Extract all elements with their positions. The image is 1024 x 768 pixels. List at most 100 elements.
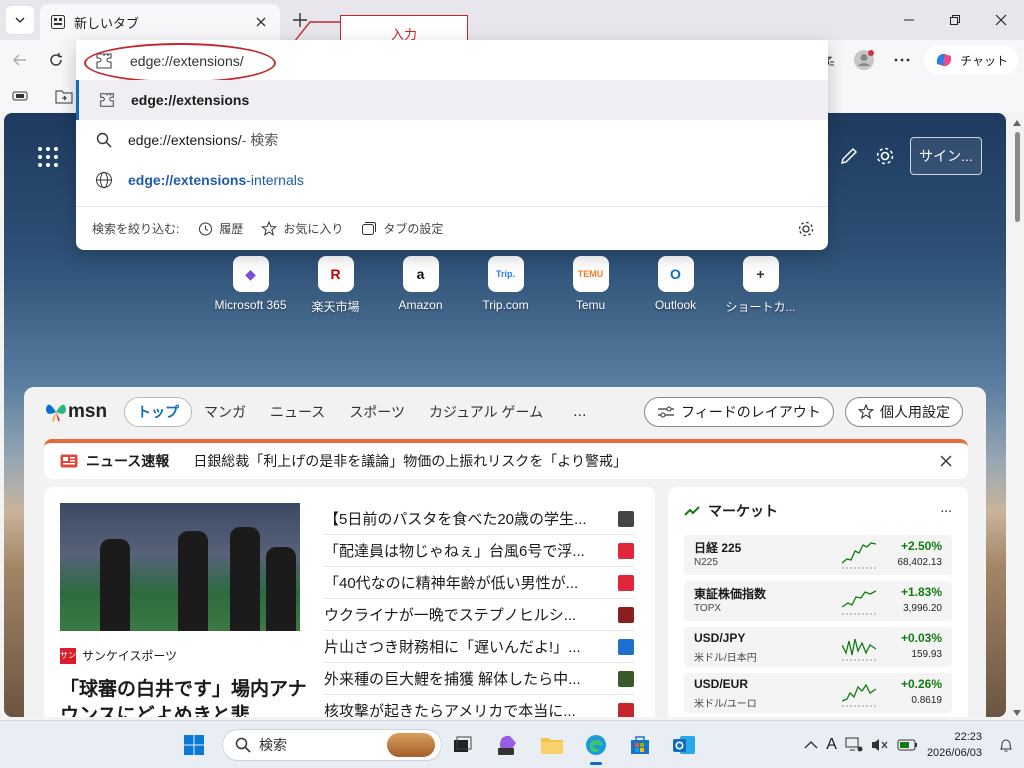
source-logo-icon (618, 606, 634, 623)
feed-tab[interactable]: ニュース (258, 397, 337, 427)
toolbar-right: チャット (810, 44, 1018, 76)
headline-text: ウクライナが一晩でステプノヒルシ... (324, 607, 577, 624)
story-image[interactable] (60, 503, 300, 631)
source-logo-icon (618, 510, 634, 527)
quick-link-icon: R (317, 256, 354, 292)
market-row[interactable]: USD/EUR 米ドル/ユーロ +0.26% 0.8619 (684, 673, 952, 713)
clock[interactable]: 22:23 2026/06/03 (927, 729, 982, 761)
m365-app[interactable] (492, 729, 524, 761)
news-icon (60, 454, 78, 468)
market-row[interactable]: USD/JPY 米ドル/日本円 +0.03% 159.93 (684, 627, 952, 667)
scroll-thumb[interactable] (1015, 132, 1020, 222)
breaking-news-bar[interactable]: ニュース速報 日銀総裁「利上げの是非を議論」物価の上振れリスクを「より警戒」 (44, 439, 968, 479)
refresh-button[interactable] (44, 48, 68, 72)
store-icon (631, 736, 649, 754)
app-launcher-icon[interactable] (36, 145, 60, 169)
close-window-button[interactable] (978, 0, 1024, 40)
sign-in-button[interactable]: サイン... (910, 137, 982, 175)
star-edit-icon (858, 404, 874, 420)
file-explorer-app[interactable] (536, 729, 568, 761)
tab-actions-button[interactable] (6, 6, 34, 34)
taskbar-search[interactable]: 検索 (222, 729, 442, 761)
back-button[interactable] (8, 48, 32, 72)
feed-tab[interactable]: トップ (124, 397, 192, 427)
tab-close-icon[interactable] (252, 13, 270, 31)
feed-tab[interactable]: マンガ (192, 397, 258, 427)
headline-item[interactable]: 「40代なのに精神年齢が低い男性が... (324, 567, 634, 599)
outlook-app[interactable] (668, 729, 700, 761)
quick-link[interactable]: R 楽天市場 (293, 256, 378, 315)
quick-link[interactable]: ◆ Microsoft 365 (208, 256, 293, 315)
task-view-button[interactable] (446, 729, 478, 761)
story-headline[interactable]: 「球審の白井です」場内アナウンスにどよめきと悲 (60, 677, 310, 717)
quick-link-label: Microsoft 365 (214, 298, 287, 312)
start-button[interactable] (178, 729, 210, 761)
headline-text: 「40代なのに精神年齢が低い男性が... (324, 575, 579, 592)
quick-link[interactable]: + ショートカ... (718, 256, 803, 315)
feed-tab[interactable]: スポーツ (337, 397, 417, 427)
feed-layout-button[interactable]: フィードのレイアウト (644, 397, 834, 427)
filter-tabs[interactable]: タブの設定 (361, 220, 443, 237)
suggestion-item[interactable]: edge://extensions/ - 検索 (76, 120, 828, 160)
sparkline (842, 542, 876, 569)
settings-more-button[interactable] (886, 44, 918, 76)
headline-item[interactable]: 【5日前のパスタを食べた20歳の学生... (324, 503, 634, 535)
page-scrollbar[interactable] (1012, 120, 1022, 716)
collections-button[interactable] (10, 86, 30, 106)
headline-item[interactable]: 「配達員は物じゃねぇ」台風6号で浮... (324, 535, 634, 567)
feed-more-button[interactable]: ... (573, 403, 586, 421)
display-icon[interactable] (845, 737, 863, 753)
headline-item[interactable]: 外来種の巨大鯉を捕獲 解体したら中... (324, 663, 634, 695)
quick-link[interactable]: TEMU Temu (548, 256, 633, 315)
task-view-icon (454, 736, 472, 752)
headline-item[interactable]: ウクライナが一晩でステプノヒルシ... (324, 599, 634, 631)
sliders-icon (658, 406, 674, 418)
chevron-up-icon[interactable] (804, 740, 818, 750)
quick-link[interactable]: O Outlook (633, 256, 718, 315)
copilot-button[interactable]: チャット (924, 45, 1018, 75)
headline-text: 【5日前のパスタを食べた20歳の学生... (324, 511, 587, 528)
taskbar-search-placeholder: 検索 (259, 737, 287, 753)
profile-button[interactable] (848, 44, 880, 76)
msn-logo[interactable]: msn (44, 401, 107, 423)
battery-icon[interactable] (897, 738, 919, 752)
tab-sync-button[interactable] (54, 86, 74, 106)
newtab-page-icon (51, 15, 65, 29)
quick-link-icon: O (657, 256, 694, 292)
quick-link[interactable]: Trip. Trip.com (463, 256, 548, 315)
market-header[interactable]: マーケット (684, 501, 778, 521)
more-icon (894, 58, 910, 62)
ime-indicator[interactable]: A (826, 736, 837, 754)
headline-item[interactable]: 核攻撃が起きたらアメリカで本当に... (324, 695, 634, 717)
feed-tabs: トップ マンガ ニュース スポーツ カジュアル ゲーム... (124, 397, 586, 427)
market-change: +2.50% (900, 539, 942, 553)
quick-link[interactable]: a Amazon (378, 256, 463, 315)
filter-favorites[interactable]: お気に入り (261, 220, 343, 237)
minimize-button[interactable] (886, 0, 932, 40)
outlook-icon (673, 736, 695, 754)
headline-item[interactable]: 片山さつき財務相に「遅いんだよ!」... (324, 631, 634, 663)
edge-app[interactable] (580, 729, 612, 765)
personalize-button[interactable]: 個人用設定 (845, 397, 963, 427)
filter-history[interactable]: 履歴 (197, 220, 243, 237)
gear-icon[interactable] (796, 219, 816, 239)
close-icon[interactable] (940, 455, 952, 467)
breaking-news-text[interactable]: 日銀総裁「利上げの是非を議論」物価の上振れリスクを「より警戒」 (193, 451, 940, 471)
market-row[interactable]: 東証株価指数 TOPX +1.83% 3,996.20 (684, 581, 952, 621)
edit-pencil-icon[interactable] (838, 145, 860, 167)
market-row[interactable]: 日経 225 N225 +2.50% 68,402.13 (684, 535, 952, 575)
speaker-muted-icon[interactable] (871, 737, 889, 753)
quick-links: ◆ Microsoft 365 R 楽天市場 a Amazon Trip. Trip.com T… (208, 256, 803, 315)
suggestion-item[interactable]: edge://extensions (76, 80, 828, 120)
market-symbol: TOPX (694, 603, 722, 614)
quick-link-icon: a (402, 256, 439, 292)
gear-icon[interactable] (874, 145, 896, 167)
notification-bell-icon[interactable] (998, 737, 1014, 753)
tab-new-tab[interactable]: 新しいタブ (40, 4, 280, 40)
market-more-button[interactable]: ... (940, 499, 952, 515)
suggestion-item[interactable]: edge://extensions -internals (76, 160, 828, 200)
store-app[interactable] (624, 729, 656, 761)
sparkline (842, 590, 876, 615)
feed-tab[interactable]: カジュアル ゲーム (417, 397, 555, 427)
restore-button[interactable] (932, 0, 978, 40)
